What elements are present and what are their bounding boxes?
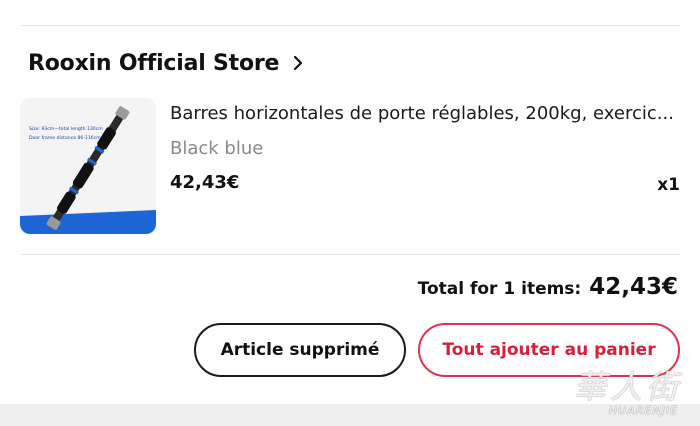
product-image[interactable]: Size: 93cm—total length 130cm Door frame… [20, 98, 156, 234]
product-title[interactable]: Barres horizontales de porte réglables, … [170, 103, 680, 124]
top-divider [20, 25, 680, 26]
article-removed-button[interactable]: Article supprimé [194, 323, 406, 377]
image-caption-size: Size: 93cm—total length 130cm [29, 127, 103, 132]
image-caption-door: Door frame distance 86-116cm [29, 136, 101, 141]
product-price: 42,43€ [170, 172, 240, 193]
order-total: Total for 1 items: 42,43€ [418, 274, 678, 300]
product-quantity: x1 [657, 175, 680, 195]
total-label: Total for 1 items: [417, 279, 582, 299]
store-link[interactable]: Rooxin Official Store [28, 48, 303, 78]
chevron-right-icon [293, 55, 303, 71]
watermark: 華人街 HUARENJIE [536, 362, 686, 422]
store-name: Rooxin Official Store [28, 50, 280, 76]
total-value: 42,43€ [589, 274, 678, 300]
product-item[interactable]: Size: 93cm—total length 130cm Door frame… [20, 98, 680, 238]
mid-divider [20, 254, 680, 255]
product-variant: Black blue [170, 138, 264, 159]
watermark-latin: HUARENJIE [608, 404, 678, 417]
watermark-cjk: 華人街 [573, 368, 682, 406]
